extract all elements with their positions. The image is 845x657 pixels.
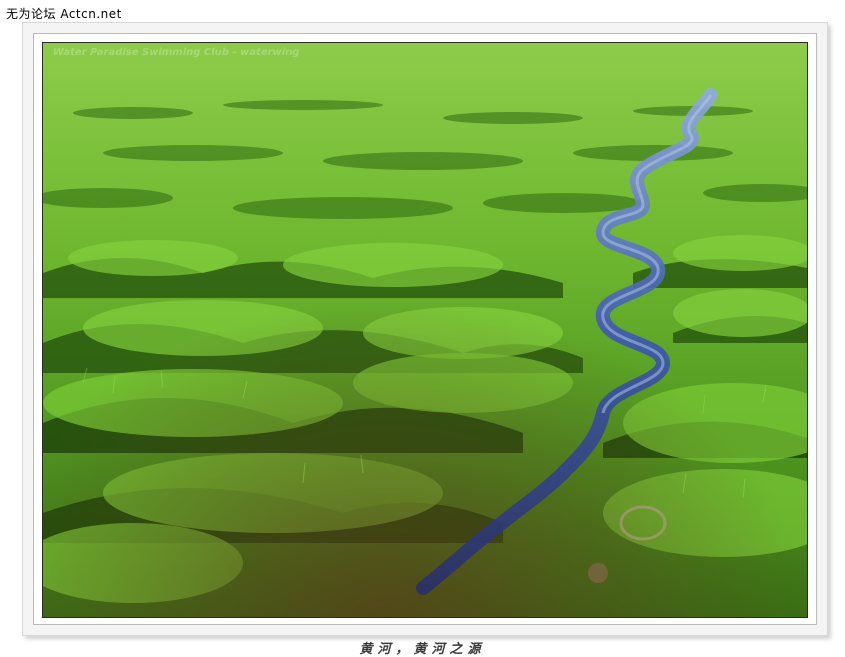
photo-caption: 黄河，黄河之源 [359,642,486,657]
landscape-photo: Water Paradise Swimming Club - waterwing [42,42,808,618]
photo-watermark: Water Paradise Swimming Club - waterwing [53,47,300,58]
site-watermark: 无为论坛 Actcn.net [6,7,122,21]
grassland-stream-image [43,43,807,617]
